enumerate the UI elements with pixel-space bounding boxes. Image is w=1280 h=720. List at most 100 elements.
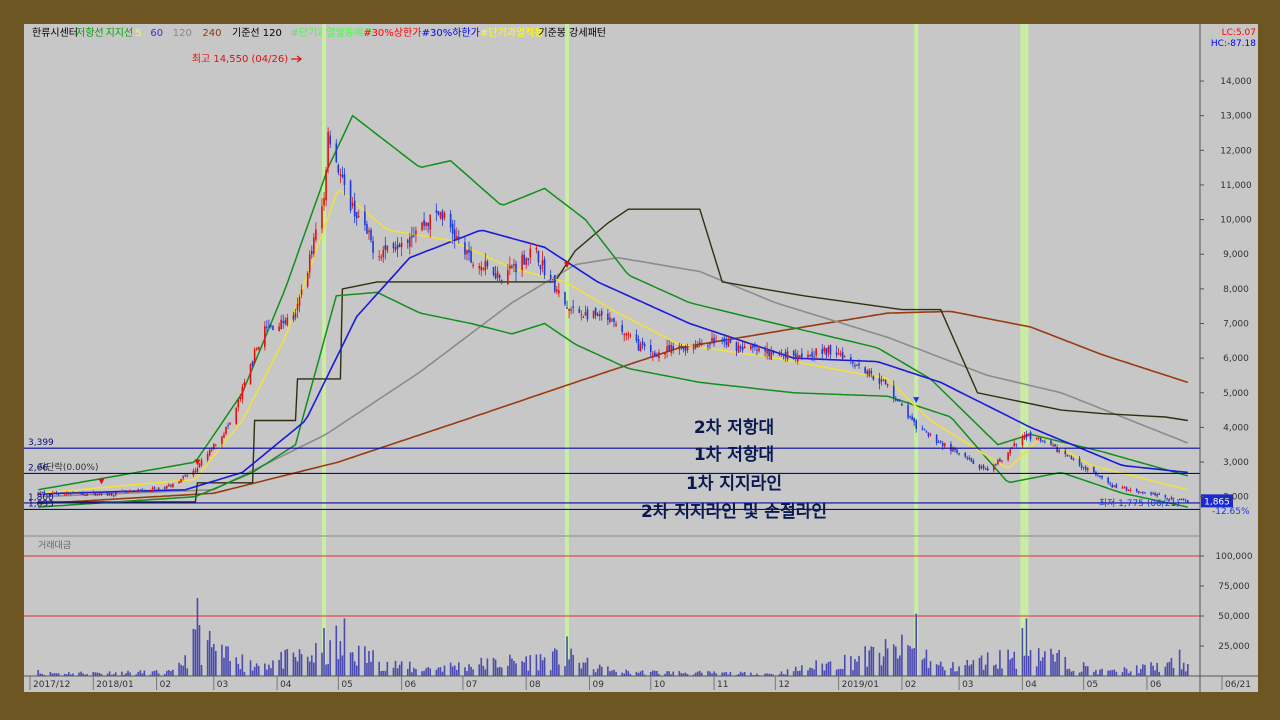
volume-bar: [380, 670, 383, 676]
candle-body: [943, 443, 946, 447]
volume-bar: [592, 669, 595, 676]
volume-bar: [243, 671, 246, 676]
volume-bar: [568, 659, 570, 676]
volume-bar: [852, 670, 854, 676]
candle-body: [400, 242, 403, 248]
volume-bar: [978, 657, 981, 676]
volume-bar: [237, 663, 240, 676]
candle-body: [1156, 494, 1158, 497]
volume-bar: [878, 652, 881, 676]
volume-bar: [478, 664, 481, 676]
volume-bar: [486, 658, 489, 676]
volume-bar: [186, 668, 189, 676]
volume-label: 거래대금: [38, 540, 71, 551]
candle-body: [1023, 435, 1026, 439]
volume-bar: [300, 654, 303, 676]
volume-bar: [913, 648, 915, 676]
volume-bar: [1039, 660, 1042, 676]
volume-bar: [880, 665, 883, 676]
price-tick-label: 8,000: [1223, 285, 1249, 295]
candle-body: [84, 494, 86, 496]
volume-bar: [1050, 648, 1052, 676]
candle-body: [492, 267, 495, 275]
price-tick-label: 11,000: [1220, 181, 1252, 191]
candle-body: [778, 354, 781, 356]
candle-body: [1042, 440, 1044, 442]
volume-bar: [366, 662, 368, 676]
volume-tick-label: 100,000: [1215, 552, 1252, 562]
candle-body: [239, 397, 242, 400]
candle-body: [566, 307, 568, 309]
candle-body: [558, 290, 560, 294]
candle-body: [772, 349, 775, 354]
candle-body: [686, 347, 689, 351]
volume-bar: [527, 670, 530, 676]
candle-body: [794, 353, 797, 359]
volume-bar: [1172, 667, 1175, 676]
candle-body: [809, 355, 811, 357]
time-label: 06: [405, 680, 417, 690]
volume-bar: [1007, 649, 1009, 676]
candle-body: [827, 347, 830, 353]
candle-body: [1052, 444, 1054, 446]
volume-bar: [1064, 656, 1067, 676]
stock-chart[interactable]: 한류시센터저항선 지지선 5 60 120 240 기준선 120 #단기과열발동예고#30%…: [24, 24, 1258, 692]
candle-body: [921, 428, 924, 430]
volume-bar: [208, 630, 211, 676]
volume-bar: [739, 671, 742, 676]
volume-bar: [1111, 669, 1114, 676]
candle-body: [468, 249, 470, 253]
volume-bar: [296, 661, 299, 676]
volume-bar: [292, 652, 295, 676]
candle-body: [382, 249, 385, 258]
volume-bar: [598, 664, 601, 676]
candle-body: [112, 495, 115, 497]
candle-body: [163, 487, 166, 489]
price-tick-label: 7,000: [1223, 319, 1249, 329]
volume-bar: [1015, 668, 1018, 676]
volume-bar: [815, 660, 817, 676]
candle-body: [141, 489, 144, 491]
candle-body: [423, 220, 425, 226]
volume-bar: [539, 654, 542, 676]
volume-bar: [168, 670, 170, 676]
time-label: 10: [654, 680, 666, 690]
candle-body: [615, 323, 617, 326]
volume-bar: [986, 652, 989, 676]
candle-body: [149, 489, 152, 491]
candle-body: [880, 379, 883, 382]
volume-bar: [441, 671, 444, 676]
volume-bar: [453, 665, 456, 676]
volume-bar: [435, 669, 438, 676]
candle-body: [392, 243, 395, 249]
candle-body: [210, 449, 213, 451]
low-annotation: 최저 1,775 (06/21): [1099, 498, 1180, 509]
candle-body: [852, 362, 854, 364]
ma240-line: [38, 310, 1189, 505]
candle-body: [939, 441, 942, 443]
legend-item: 120: [173, 28, 192, 39]
candle-body: [366, 224, 368, 234]
candle-body: [668, 344, 670, 351]
volume-bar: [613, 669, 615, 676]
candle-body: [480, 266, 483, 271]
candle-body: [768, 350, 770, 357]
volume-bar: [886, 648, 889, 676]
candle-body: [437, 210, 440, 215]
volume-bar: [615, 671, 617, 676]
volume-bar: [566, 636, 568, 676]
candle-body: [535, 247, 538, 250]
volume-bar: [825, 663, 828, 676]
volume-bar: [899, 655, 901, 676]
volume-bar: [1125, 668, 1128, 676]
volume-bar: [327, 664, 329, 676]
candle-body: [993, 464, 995, 471]
volume-bar: [523, 662, 525, 676]
candle-body: [568, 308, 570, 311]
candle-body: [958, 453, 960, 455]
volume-bar: [1072, 670, 1075, 676]
volume-bar: [1021, 628, 1024, 676]
volume-bar: [264, 663, 266, 676]
candle-body: [1137, 491, 1140, 493]
volume-bar: [801, 665, 803, 676]
